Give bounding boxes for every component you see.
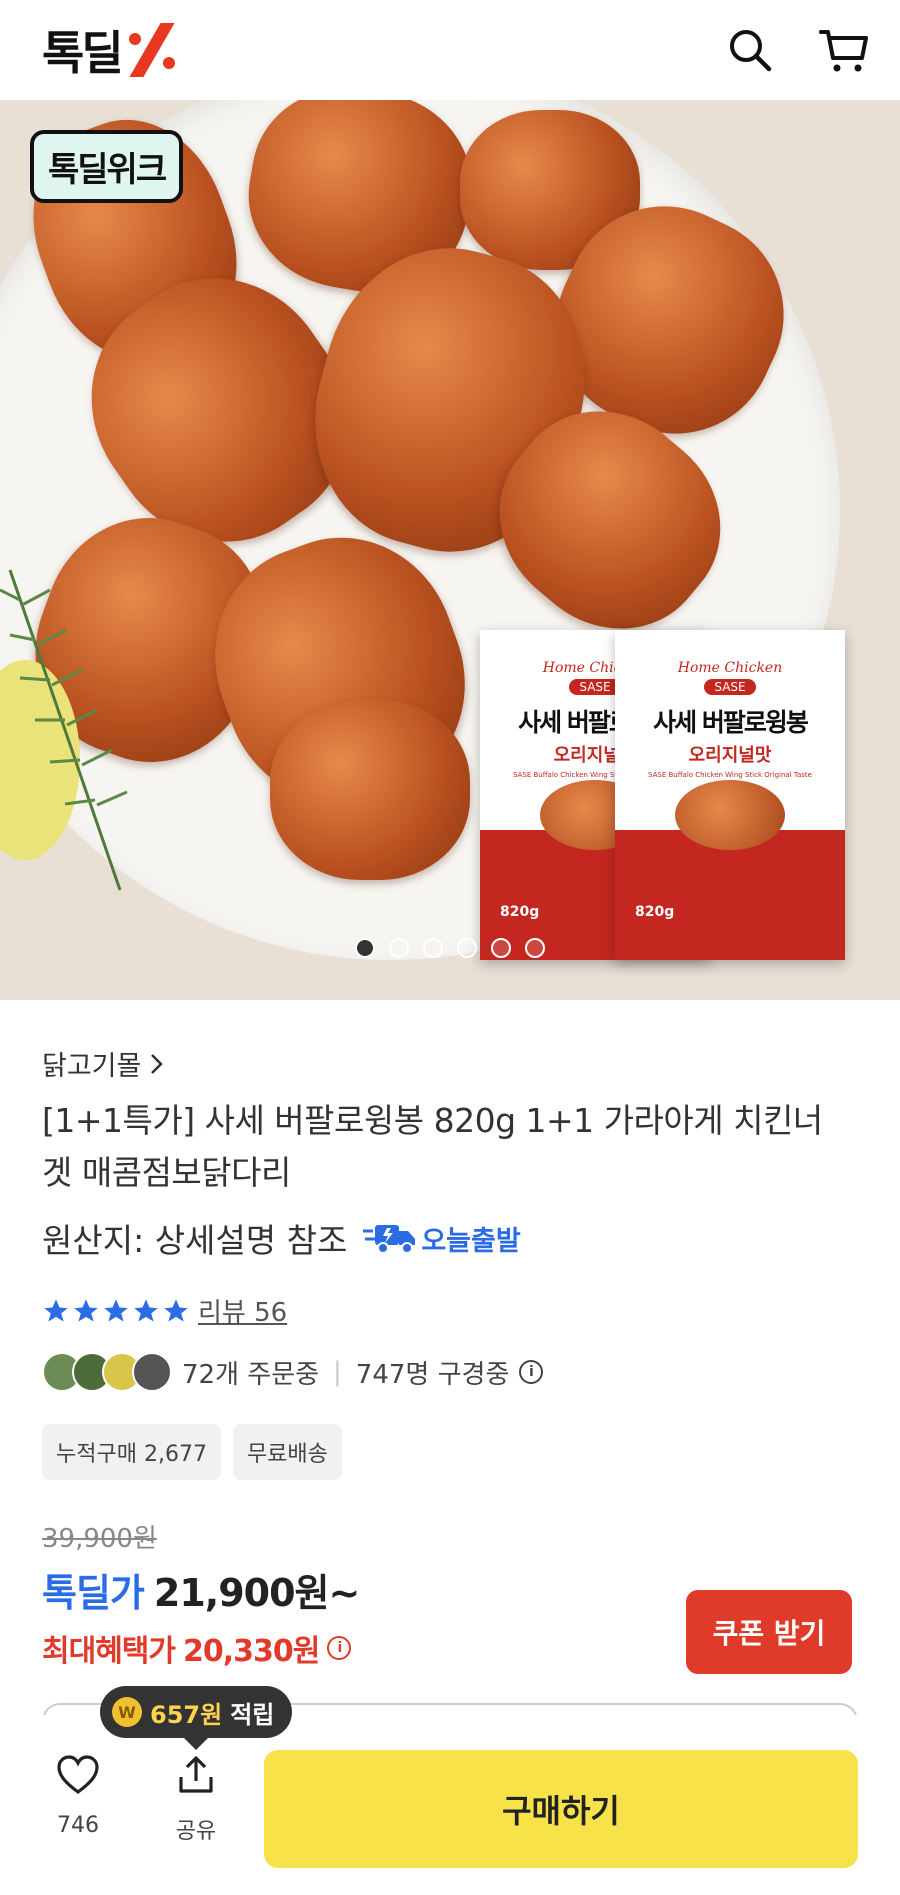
origin-text: 원산지: 상세설명 참조 bbox=[42, 1221, 348, 1260]
logo[interactable]: 톡딜 bbox=[42, 17, 177, 83]
buy-button[interactable]: 구매하기 bbox=[264, 1750, 858, 1868]
carousel-dot[interactable] bbox=[491, 938, 511, 958]
points-label: 적립 bbox=[230, 1700, 275, 1729]
points-tooltip: W 657원 적립 bbox=[100, 1686, 293, 1750]
original-price: 39,900원 bbox=[42, 1524, 157, 1554]
delivery-truck-icon bbox=[363, 1225, 416, 1254]
max-benefit-price: 20,330원 bbox=[183, 1634, 320, 1669]
deal-label: 톡딜가 bbox=[42, 1571, 145, 1615]
rosemary-image bbox=[0, 569, 128, 891]
info-icon[interactable]: i bbox=[519, 1360, 544, 1384]
max-benefit-row: 최대혜택가 20,330원 i bbox=[42, 1626, 352, 1670]
star-icon bbox=[134, 1298, 158, 1321]
max-benefit-label: 최대혜택가 bbox=[42, 1634, 176, 1669]
get-coupon-button[interactable]: 쿠폰 받기 bbox=[686, 1590, 852, 1674]
carousel-dot[interactable] bbox=[457, 938, 477, 958]
star-icon bbox=[74, 1298, 98, 1321]
activity-row: 72개 주문중 | 747명 구경중 i bbox=[42, 1352, 544, 1392]
like-button[interactable]: 746 bbox=[42, 1755, 114, 1838]
share-icon bbox=[179, 1756, 213, 1793]
logo-text: 톡딜 bbox=[42, 26, 124, 80]
shipping-badge: 오늘출발 bbox=[363, 1219, 521, 1258]
info-icon[interactable]: i bbox=[327, 1636, 352, 1660]
chevron-right-icon bbox=[151, 1053, 164, 1074]
heart-icon bbox=[57, 1755, 99, 1795]
search-icon[interactable] bbox=[724, 24, 776, 76]
cumulative-purchase-tag: 누적구매 2,677 bbox=[42, 1424, 221, 1480]
carousel-dot[interactable] bbox=[389, 938, 409, 958]
share-label: 공유 bbox=[175, 1819, 217, 1844]
viewers-count: 747명 구경중 bbox=[355, 1359, 510, 1390]
star-rating bbox=[42, 1297, 190, 1325]
event-badge: 톡딜위크 bbox=[30, 130, 184, 203]
free-shipping-tag: 무료배송 bbox=[232, 1424, 342, 1480]
product-image-carousel[interactable]: 톡딜위크 Home Chicken SASE 사세 버팔로윙봉 오리지널맛 SA… bbox=[0, 100, 900, 1000]
carousel-pagination bbox=[355, 938, 545, 958]
coin-icon: W bbox=[112, 1697, 142, 1727]
share-button[interactable]: 공유 bbox=[160, 1755, 232, 1845]
product-package-front: Home Chicken SASE 사세 버팔로윙봉 오리지널맛 SASE Bu… bbox=[615, 630, 845, 960]
divider: | bbox=[333, 1357, 342, 1387]
store-name: 닭고기몰 bbox=[42, 1051, 142, 1082]
star-icon bbox=[164, 1298, 188, 1321]
carousel-dot[interactable] bbox=[423, 938, 443, 958]
logo-percent-mark bbox=[127, 23, 177, 77]
carousel-dot[interactable] bbox=[355, 938, 375, 958]
tag-list: 누적구매 2,677 무료배송 bbox=[42, 1424, 342, 1480]
rating-row: 리뷰 56 bbox=[42, 1292, 287, 1329]
store-link[interactable]: 닭고기몰 bbox=[42, 1044, 165, 1083]
points-amount: 657원 bbox=[150, 1700, 223, 1729]
buyer-avatars bbox=[42, 1352, 172, 1392]
cart-icon[interactable] bbox=[818, 24, 870, 76]
like-count: 746 bbox=[57, 1813, 99, 1838]
app-header: 톡딜 bbox=[0, 0, 900, 100]
star-icon bbox=[44, 1298, 68, 1321]
orders-count: 72개 주문중 bbox=[182, 1359, 320, 1390]
star-icon bbox=[104, 1298, 128, 1321]
product-title: [1+1특가] 사세 버팔로윙봉 820g 1+1 가라아게 치킨너겟 매콤점보… bbox=[42, 1101, 823, 1192]
carousel-dot[interactable] bbox=[525, 938, 545, 958]
deal-price: 21,900원~ bbox=[153, 1571, 360, 1615]
avatar bbox=[132, 1352, 172, 1392]
deal-price-row: 톡딜가 21,900원~ bbox=[42, 1562, 360, 1617]
chicken-wing-image bbox=[270, 700, 470, 880]
review-link[interactable]: 리뷰 56 bbox=[198, 1292, 287, 1329]
